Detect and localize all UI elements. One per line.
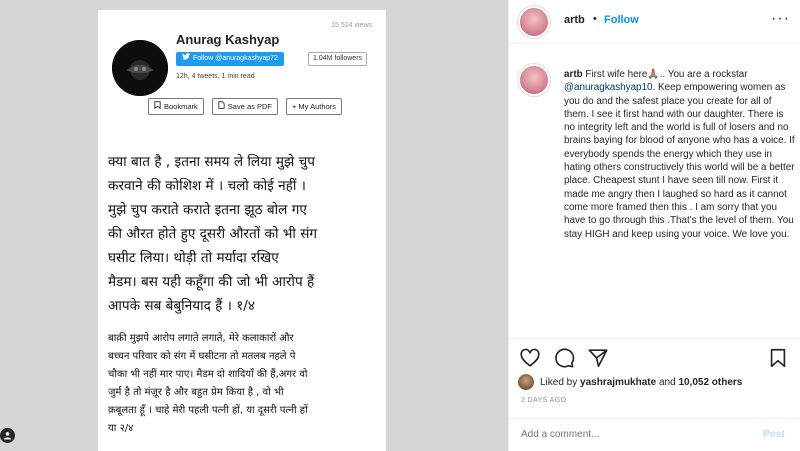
post-timestamp[interactable]: 2 DAYS AGO <box>521 397 567 404</box>
liked-by-prefix: Liked by <box>540 376 578 388</box>
text-line: बच्चन परिवार को संग में घसीटना तो मतलब न… <box>108 351 296 362</box>
more-options-icon[interactable]: ··· <box>771 10 790 28</box>
views-count: 15,524 views <box>331 22 372 29</box>
text-line: मैडम। बस यही कहूँगा की जो भी आरोप हैं <box>108 274 315 290</box>
header-username[interactable]: artb <box>564 14 585 26</box>
author-name: Anurag Kashyap <box>176 32 280 47</box>
my-authors-label: + My Authors <box>291 102 336 111</box>
comment-text-start: First wife here🙏🏽.. You are a rockstar <box>585 69 748 80</box>
liker-avatar[interactable] <box>518 374 534 390</box>
thread-actions: Bookmark Save as PDF + My Authors <box>148 98 342 115</box>
comment-text-end: . Keep empowering women as you do and th… <box>564 82 795 240</box>
liked-by-and: and <box>658 376 676 388</box>
thread-text-part-1: क्या बात है , इतना समय ले लिया मुझे चुप … <box>108 150 380 318</box>
user-tag-icon[interactable] <box>0 428 15 443</box>
post-actions <box>509 338 800 374</box>
bookmark-button: Bookmark <box>148 98 204 115</box>
twitter-follow-button: Follow @anuragkashyap72 <box>176 52 284 66</box>
twitter-follow-label: Follow @anuragkashyap72 <box>193 55 278 62</box>
post-image[interactable]: 15,524 views Anurag Kashyap Follow @anur… <box>0 0 508 451</box>
others-count[interactable]: 10,052 others <box>678 377 742 388</box>
twitter-bird-icon <box>182 52 190 66</box>
thread-meta: 12h, 4 tweets, 1 min read <box>176 73 255 80</box>
text-line: आपके सब बेबुनियाद हैं । १/४ <box>108 298 255 314</box>
text-line: घसीट लिया। थोड़ी तो मर्यादा रखिए <box>108 250 279 266</box>
separator-dot: • <box>593 13 597 25</box>
comment-input[interactable] <box>521 429 721 440</box>
post-header: artb • Follow ··· <box>509 0 800 44</box>
text-line: करवाने की कोशिश में । चलो कोई नहीं । <box>108 178 306 194</box>
followers-count: 1.04M followers <box>308 52 368 66</box>
bookmark-icon <box>154 99 161 114</box>
bookmark-label: Bookmark <box>164 102 198 111</box>
avatar[interactable] <box>518 64 550 96</box>
bookmark-icon[interactable] <box>767 347 789 369</box>
author-avatar <box>112 40 168 96</box>
post-details-panel: artb • Follow ··· artb First wife here🙏🏽… <box>508 0 800 451</box>
save-pdf-label: Save as PDF <box>227 102 272 111</box>
thread-screenshot-card: 15,524 views Anurag Kashyap Follow @anur… <box>98 10 386 451</box>
avatar[interactable] <box>518 6 550 38</box>
my-authors-button: + My Authors <box>285 98 342 115</box>
text-line: या २/४ <box>108 423 134 434</box>
text-line: जुर्म है तो मंज़ूर है और बहुत प्रेम किया… <box>108 387 284 398</box>
save-pdf-button: Save as PDF <box>211 98 278 115</box>
text-line: मुझे चुप कराते कराते इतना झूठ बोल गए <box>108 202 307 218</box>
comment-username[interactable]: artb <box>564 69 583 80</box>
text-line: क्या बात है , इतना समय ले लिया मुझे चुप <box>108 154 315 170</box>
comment-icon[interactable] <box>553 347 575 369</box>
heart-icon[interactable] <box>519 347 541 369</box>
liker-username[interactable]: yashrajmukhate <box>580 377 656 388</box>
post-button[interactable]: Post <box>763 429 785 440</box>
share-icon[interactable] <box>587 347 609 369</box>
comment-body: artb First wife here🙏🏽.. You are a rocks… <box>564 68 796 241</box>
thread-text-part-2: बाक़ी मुझपे आरोप लगाते लगाते, मेरे कलाका… <box>108 330 380 438</box>
document-icon <box>218 99 225 114</box>
text-line: की औरत होते हुए दूसरी औरतों को भी संग <box>108 226 318 242</box>
text-line: चौका भी नहीं मार पाए। मैडम दो शादियाँ की… <box>108 369 308 380</box>
text-line: क़बूलता हूँ । चाहे मेरी पहली पत्नी हों, … <box>108 405 308 416</box>
add-comment-bar: Post <box>509 418 800 451</box>
text-line: बाक़ी मुझपे आरोप लगाते लगाते, मेरे कलाका… <box>108 333 294 344</box>
mention-link[interactable]: @anuragkashyap10 <box>564 82 653 93</box>
liked-by: Liked by yashrajmukhate and 10,052 other… <box>518 374 742 390</box>
follow-button[interactable]: Follow <box>604 14 639 26</box>
